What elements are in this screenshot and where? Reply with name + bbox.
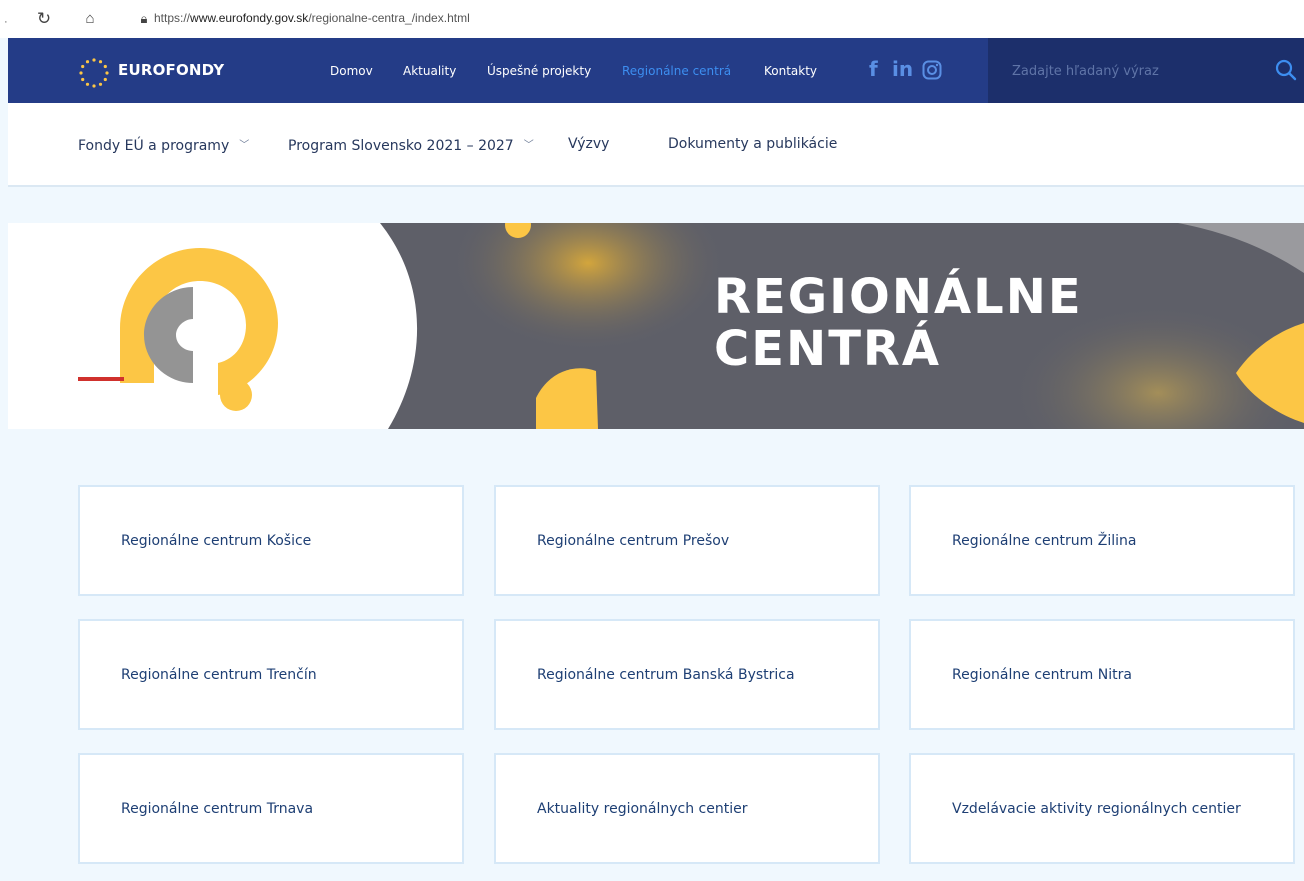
hero-title-line2: CENTRÁ — [714, 321, 942, 377]
eu-stars-logo-icon[interactable] — [78, 57, 110, 89]
nav-regionalne-centra[interactable]: Regionálne centrá — [622, 64, 731, 78]
card-trencin[interactable]: Regionálne centrum Trenčín — [78, 619, 464, 730]
nav-kontakty[interactable]: Kontakty — [764, 64, 817, 78]
facebook-icon[interactable]: f — [869, 57, 878, 81]
nav-uspesne-projekty[interactable]: Úspešné projekty — [487, 64, 591, 78]
hero-banner: REGIONÁLNE CENTRÁ — [8, 223, 1304, 429]
search-box — [988, 38, 1304, 103]
hero-title-line1: REGIONÁLNE — [714, 269, 1083, 325]
search-input[interactable] — [1012, 60, 1252, 82]
linkedin-icon[interactable]: in — [892, 57, 913, 81]
card-aktuality-centier[interactable]: Aktuality regionálnych centier — [494, 753, 880, 864]
back-edge-icon: · — [4, 16, 8, 28]
card-presov[interactable]: Regionálne centrum Prešov — [494, 485, 880, 596]
address-bar[interactable]: https://www.eurofondy.gov.sk/regionalne-… — [154, 11, 470, 25]
nav-domov[interactable]: Domov — [330, 64, 373, 78]
instagram-icon[interactable] — [922, 60, 942, 80]
chevron-down-icon: ﹀ — [523, 140, 534, 151]
home-icon[interactable]: ⌂ — [80, 9, 100, 29]
reload-icon[interactable]: ↻ — [34, 9, 54, 29]
subnav-vyzvy[interactable]: Výzvy — [568, 136, 609, 152]
card-kosice[interactable]: Regionálne centrum Košice — [78, 485, 464, 596]
card-zilina[interactable]: Regionálne centrum Žilina — [909, 485, 1295, 596]
card-vzdelavacie-aktivity[interactable]: Vzdelávacie aktivity regionálnych centie… — [909, 753, 1295, 864]
secondary-navigation: Fondy EÚ a programy ﹀ Program Slovensko 2… — [8, 103, 1304, 187]
browser-toolbar: · ↻ ⌂ 🔒︎ https://www.eurofondy.gov.sk/re… — [0, 0, 1304, 38]
site-logo-text[interactable]: EUROFONDY — [118, 61, 224, 79]
hero-title: REGIONÁLNE CENTRÁ — [714, 271, 1083, 375]
card-banska-bystrica[interactable]: Regionálne centrum Banská Bystrica — [494, 619, 880, 730]
search-icon[interactable] — [1274, 58, 1298, 82]
chevron-down-icon: ﹀ — [239, 140, 250, 151]
subnav-dokumenty[interactable]: Dokumenty a publikácie — [668, 136, 837, 152]
subnav-program-slovensko[interactable]: Program Slovensko 2021 – 2027 ﹀ — [288, 136, 534, 154]
nav-aktuality[interactable]: Aktuality — [403, 64, 456, 78]
card-trnava[interactable]: Regionálne centrum Trnava — [78, 753, 464, 864]
subnav-label: Fondy EÚ a programy — [78, 138, 230, 154]
lock-icon: 🔒︎ — [140, 11, 148, 26]
subnav-fondy-eu[interactable]: Fondy EÚ a programy ﹀ — [78, 136, 249, 154]
card-nitra[interactable]: Regionálne centrum Nitra — [909, 619, 1295, 730]
hero-graphic — [78, 223, 1304, 429]
top-navigation: EUROFONDY Domov Aktuality Úspešné projek… — [8, 38, 1304, 103]
subnav-label: Program Slovensko 2021 – 2027 — [288, 138, 514, 154]
